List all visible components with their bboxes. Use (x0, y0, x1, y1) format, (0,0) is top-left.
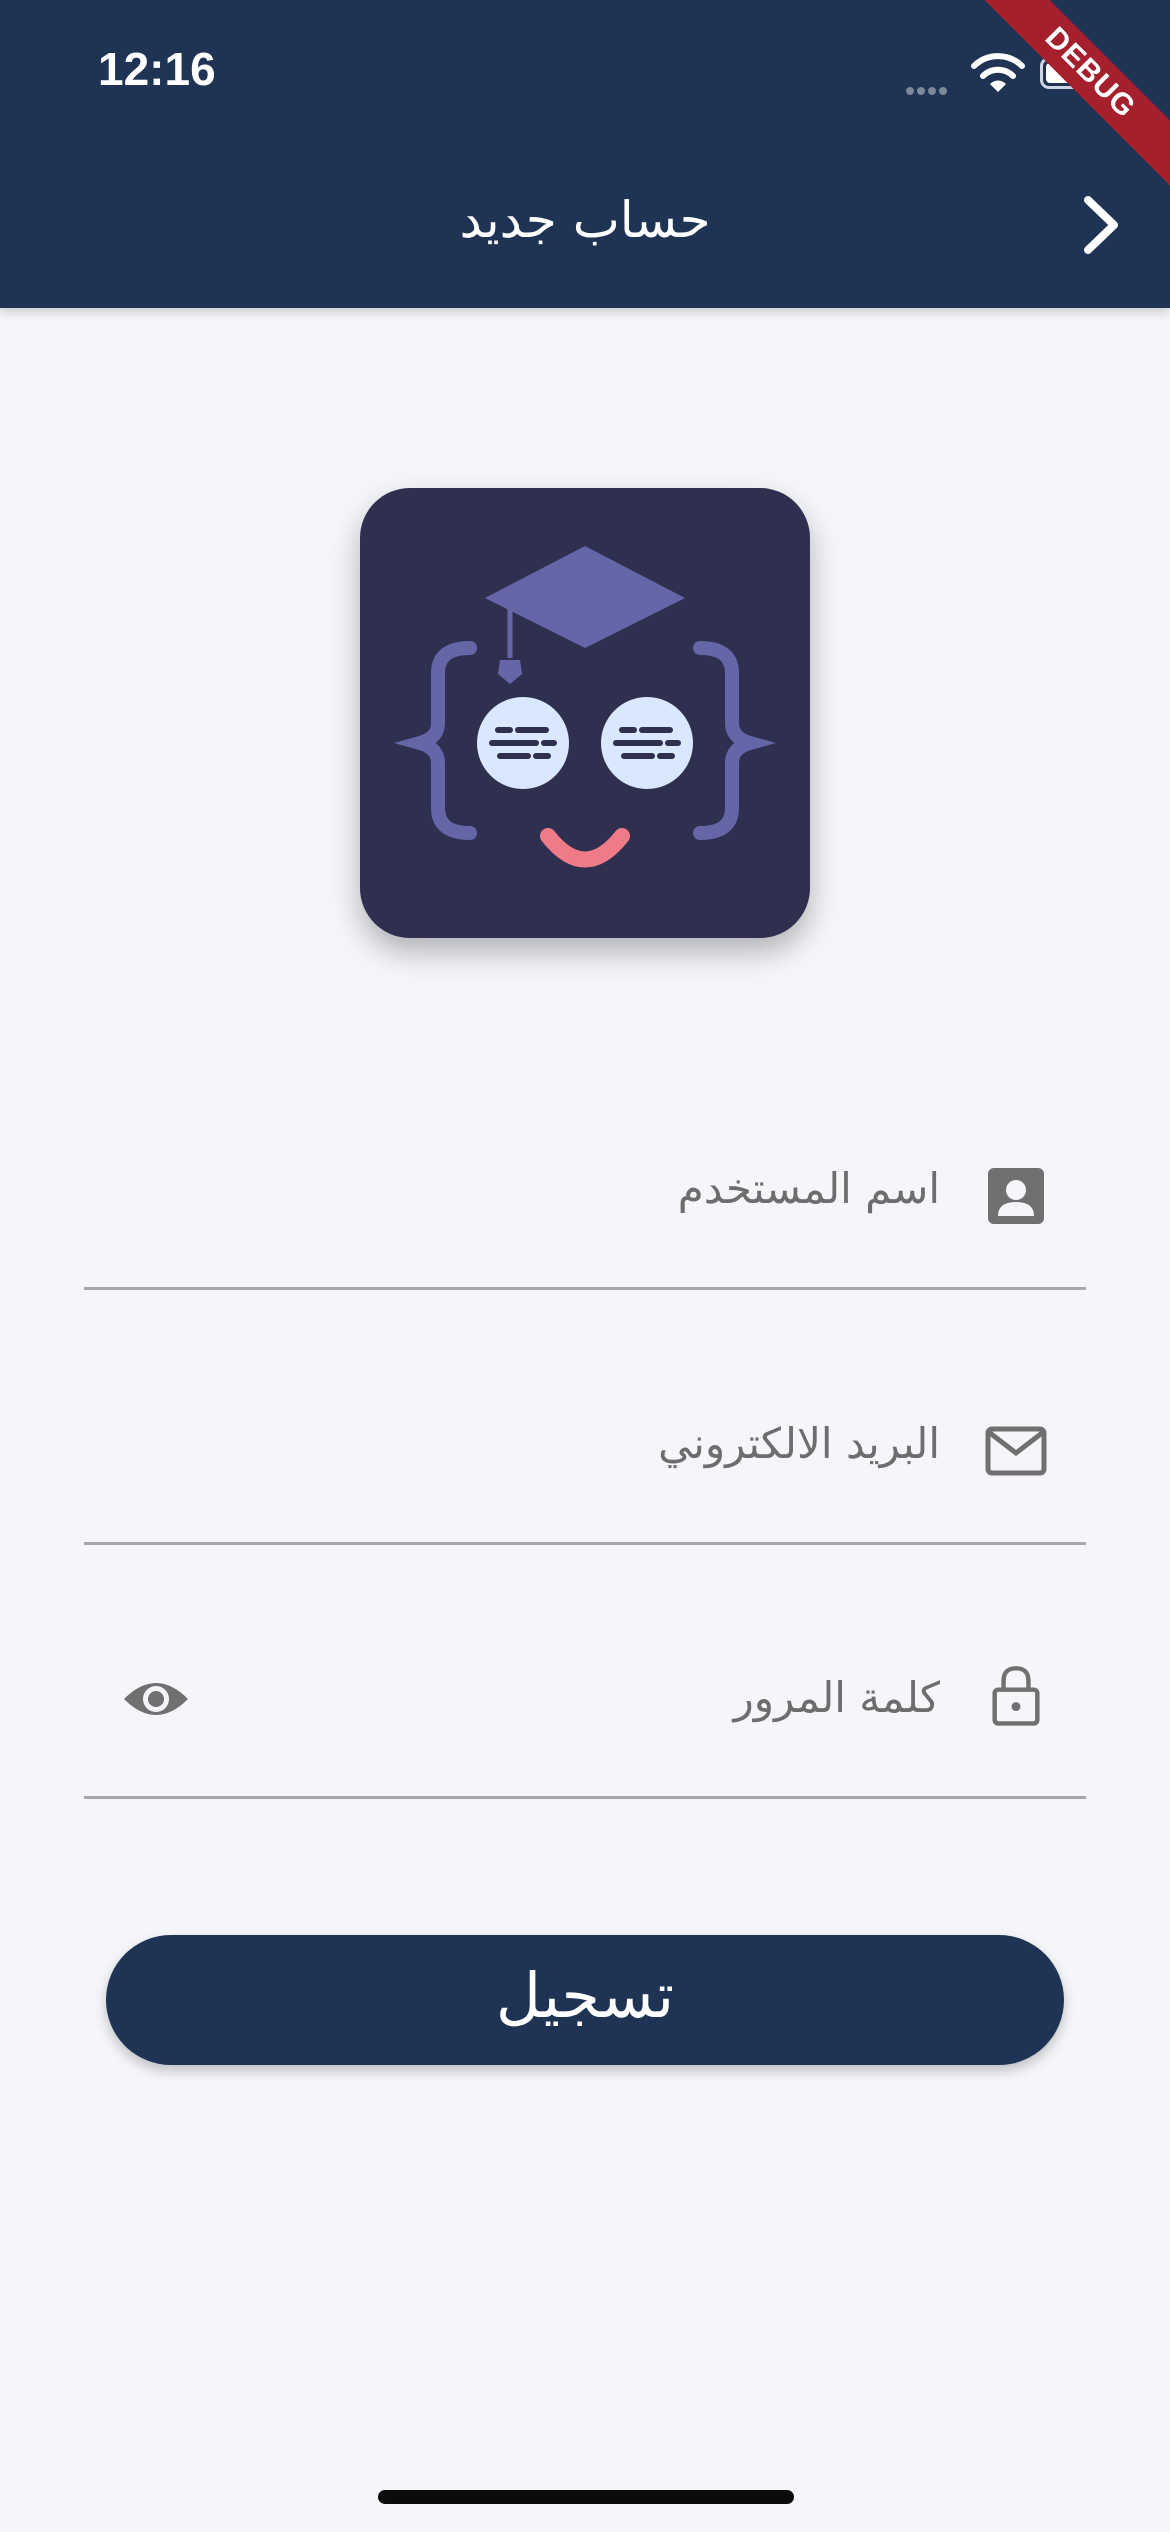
email-placeholder: البريد الالكتروني (658, 1419, 940, 1468)
app-bar: 12:16 DEBUG حساب جديد (0, 0, 1170, 308)
chevron-right-icon[interactable] (1070, 190, 1130, 260)
eye-icon[interactable] (120, 1673, 192, 1725)
password-field[interactable]: كلمة المرور (84, 1643, 1086, 1799)
mail-icon (985, 1426, 1047, 1476)
signal-icon (906, 80, 950, 99)
email-field[interactable]: البريد الالكتروني (84, 1389, 1086, 1545)
page-title: حساب جديد (459, 191, 711, 249)
home-indicator (378, 2490, 794, 2504)
lock-icon (992, 1666, 1040, 1726)
username-field[interactable]: اسم المستخدم (84, 1134, 1086, 1290)
status-time: 12:16 (98, 43, 216, 95)
register-button[interactable]: تسجيل (106, 1935, 1064, 2065)
person-icon (988, 1168, 1044, 1224)
robot-graduate-logo (393, 546, 777, 868)
password-placeholder: كلمة المرور (733, 1673, 940, 1722)
username-placeholder: اسم المستخدم (677, 1164, 940, 1213)
app-logo (360, 488, 810, 938)
wifi-icon (971, 53, 1025, 92)
